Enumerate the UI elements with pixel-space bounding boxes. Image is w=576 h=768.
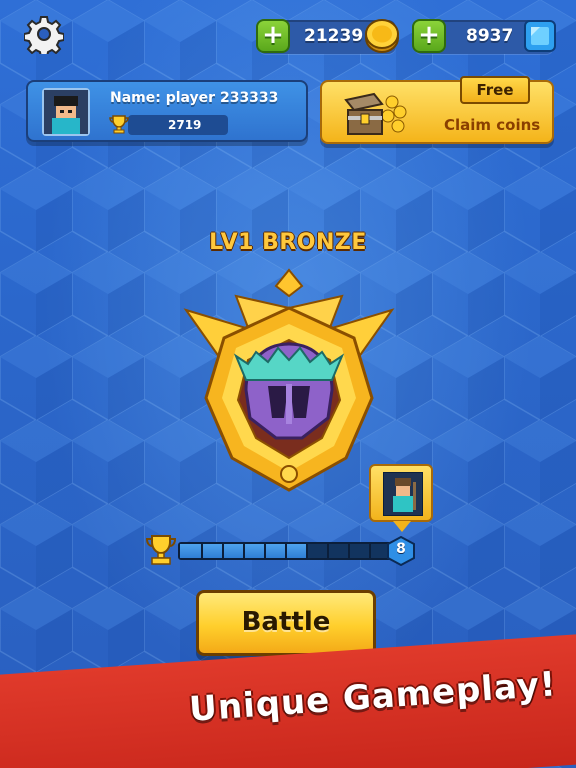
plus-icon: +: [418, 20, 440, 50]
progress-segment-divider: [285, 544, 287, 558]
claim-coins-button[interactable]: Free Claim coins: [320, 76, 554, 144]
trophy-icon: [145, 535, 177, 565]
progress-segment-divider: [348, 544, 350, 558]
player-name: Name: player 233333: [110, 90, 279, 106]
pixel-character-avatar-icon: [44, 90, 88, 134]
plus-icon: +: [262, 20, 284, 50]
progress-segment-divider: [264, 544, 266, 558]
settings-gear-icon[interactable]: [24, 14, 64, 54]
gold-coin-icon: [365, 19, 399, 53]
rank-title: LV1 BRONZE: [209, 230, 367, 255]
progress-segment-divider: [327, 544, 329, 558]
pixel-character-reward-icon: [383, 472, 423, 516]
treasure-chest-icon: [344, 92, 407, 135]
next-reward-bubble[interactable]: [369, 464, 433, 532]
progress-segment-divider: [306, 544, 308, 558]
game-lobby-screen: + 21239 + 8937 Name: player 233333 2719 …: [0, 0, 576, 768]
coins-value: 21239: [304, 26, 364, 46]
avatar: [42, 88, 90, 136]
reward-level-number: 8: [396, 541, 406, 557]
rank-badge-helmet-icon: [183, 268, 395, 492]
gems-value: 8937: [466, 26, 514, 46]
progress-segment-divider: [201, 544, 203, 558]
battle-button[interactable]: Battle: [196, 590, 376, 656]
claim-coins-label: Claim coins: [444, 116, 541, 134]
add-gems-button[interactable]: +: [412, 19, 446, 53]
free-tag: Free: [460, 76, 530, 104]
blue-gem-icon: [524, 20, 556, 52]
rank-progress-bar: [178, 542, 392, 560]
player-profile-card[interactable]: Name: player 233333 2719: [26, 80, 308, 142]
add-coins-button[interactable]: +: [256, 19, 290, 53]
progress-segment-divider: [243, 544, 245, 558]
trophy-count: 2719: [168, 118, 202, 132]
trophy-icon: [109, 115, 129, 134]
progress-segment-divider: [222, 544, 224, 558]
progress-segment-divider: [369, 544, 371, 558]
